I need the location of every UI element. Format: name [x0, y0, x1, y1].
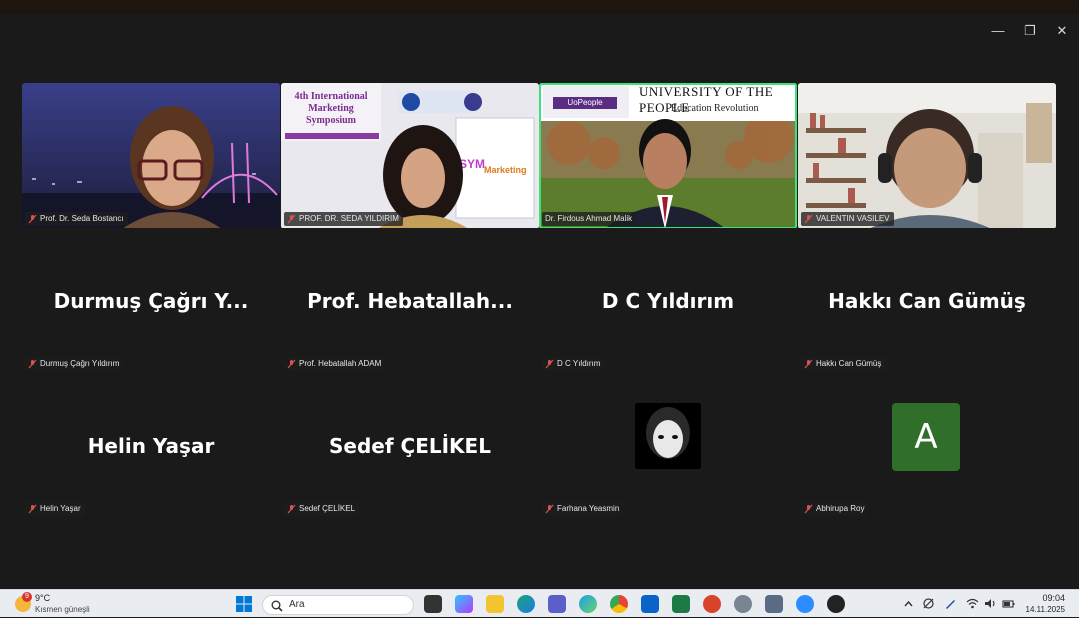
- weather-widget[interactable]: 9 9°C Kısmen güneşli: [10, 590, 100, 618]
- muted-mic-icon: [804, 214, 813, 224]
- participant-tile[interactable]: Helin Yaşar Helin Yaşar: [22, 373, 280, 519]
- participant-name-tag: Prof. Dr. Seda Bostancı: [25, 212, 128, 226]
- edge-icon[interactable]: [517, 595, 535, 613]
- avatar: A: [892, 403, 960, 471]
- close-button[interactable]: ✕: [1047, 22, 1077, 40]
- restore-button[interactable]: ❐: [1015, 22, 1045, 40]
- muted-mic-icon: [28, 359, 37, 369]
- video-tile-seda-bostanci[interactable]: Prof. Dr. Seda Bostancı: [22, 83, 280, 229]
- muted-mic-icon: [28, 504, 37, 514]
- network-off-icon[interactable]: [922, 597, 935, 610]
- clock-time[interactable]: 09:04: [1042, 593, 1065, 603]
- outlook-icon[interactable]: [641, 595, 659, 613]
- participant-name-tag: Durmuş Çağrı Yıldırım: [25, 357, 124, 371]
- slide-title: 4th International Marketing Symposium: [294, 91, 368, 126]
- participant-name-tag: PROF. DR. SEDA YILDIRIM: [284, 212, 403, 226]
- participant-video: [798, 83, 1056, 229]
- participant-display-name: D C Yıldırım: [601, 289, 735, 313]
- participant-display-name: Helin Yaşar: [87, 434, 215, 458]
- search-placeholder: Ara: [289, 599, 305, 610]
- muted-mic-icon: [545, 504, 554, 514]
- meeting-window: — ❐ ✕ Prof. Dr. Seda Bostancı SYM Market…: [0, 14, 1079, 589]
- weather-desc: Kısmen güneşli: [35, 605, 90, 614]
- participant-name-tag: Dr. Firdous Ahmad Malik: [542, 212, 637, 226]
- calculator-icon[interactable]: [765, 595, 783, 613]
- weather-temp: 9°C: [35, 593, 51, 603]
- participant-name-tag: VALENTIN VASILEV: [801, 212, 894, 226]
- chevron-up-icon[interactable]: [902, 597, 915, 610]
- participant-name-tag: D C Yıldırım: [542, 357, 605, 371]
- participant-video: [22, 83, 280, 229]
- media-player-icon[interactable]: [827, 595, 845, 613]
- participant-tile[interactable]: Hakkı Can Gümüş Hakkı Can Gümüş: [798, 228, 1056, 374]
- video-tile-firdous-malik[interactable]: UoPeople UNIVERSITY OF THE PEOPLE Educat…: [539, 83, 797, 229]
- muted-mic-icon: [545, 359, 554, 369]
- participant-display-name: Durmuş Çağrı Y...: [53, 289, 249, 313]
- muted-mic-icon: [287, 504, 296, 514]
- search-box[interactable]: Ara: [262, 595, 414, 615]
- wifi-icon[interactable]: [966, 597, 979, 610]
- settings-gear-icon[interactable]: [734, 595, 752, 613]
- uopeople-logo: UoPeople: [553, 97, 617, 109]
- svg-text:Marketing: Marketing: [484, 165, 527, 175]
- video-tile-valentin-vasilev[interactable]: VALENTIN VASILEV: [798, 83, 1056, 229]
- chrome-icon[interactable]: [610, 595, 628, 613]
- excel-icon[interactable]: [672, 595, 690, 613]
- copilot-icon[interactable]: [455, 595, 473, 613]
- banner-subtitle: Education Revolution: [671, 103, 759, 114]
- participant-name-tag: Abhirupa Roy: [801, 502, 869, 516]
- participant-display-name: Prof. Hebatallah...: [307, 289, 513, 313]
- participant-display-name: Sedef ÇELİKEL: [329, 434, 491, 458]
- weather-badge: 9: [22, 592, 32, 602]
- taskbar: 9 9°C Kısmen güneşli Ara 09:04 14.11.202…: [0, 589, 1079, 617]
- participant-display-name: Hakkı Can Gümüş: [828, 289, 1026, 313]
- teams-icon[interactable]: [548, 595, 566, 613]
- file-explorer-icon[interactable]: [486, 595, 504, 613]
- participant-name-tag: Sedef ÇELİKEL: [284, 502, 360, 516]
- participant-tile[interactable]: A Abhirupa Roy: [798, 373, 1056, 519]
- participant-tile[interactable]: Farhana Yeasmin: [539, 373, 797, 519]
- start-button[interactable]: [235, 595, 253, 613]
- title-strip: [0, 0, 1079, 14]
- muted-mic-icon: [287, 359, 296, 369]
- pen-icon[interactable]: [944, 597, 957, 610]
- muted-mic-icon: [287, 214, 296, 224]
- participant-name-tag: Farhana Yeasmin: [542, 502, 624, 516]
- participant-tile[interactable]: Sedef ÇELİKEL Sedef ÇELİKEL: [281, 373, 539, 519]
- muted-mic-icon: [804, 504, 813, 514]
- participant-tile[interactable]: D C Yıldırım D C Yıldırım: [539, 228, 797, 374]
- participant-tile[interactable]: Durmuş Çağrı Y... Durmuş Çağrı Yıldırım: [22, 228, 280, 374]
- svg-text:SYM: SYM: [459, 157, 485, 171]
- office-icon[interactable]: [703, 595, 721, 613]
- app-icon[interactable]: [579, 595, 597, 613]
- search-icon: [271, 599, 283, 617]
- avatar: [635, 403, 701, 469]
- clock-date[interactable]: 14.11.2025: [1026, 605, 1065, 614]
- task-view-icon[interactable]: [424, 595, 442, 613]
- muted-mic-icon: [28, 214, 37, 224]
- minimize-button[interactable]: —: [983, 22, 1013, 40]
- participant-name-tag: Helin Yaşar: [25, 502, 85, 516]
- battery-icon[interactable]: [1002, 597, 1015, 610]
- zoom-icon[interactable]: [796, 595, 814, 613]
- video-tile-seda-yildirim[interactable]: SYM Marketing 4th International Marketin…: [281, 83, 539, 229]
- participant-tile[interactable]: Prof. Hebatallah... Prof. Hebatallah ADA…: [281, 228, 539, 374]
- volume-icon[interactable]: [984, 597, 997, 610]
- participant-name-tag: Prof. Hebatallah ADAM: [284, 357, 386, 371]
- muted-mic-icon: [804, 359, 813, 369]
- participant-name-tag: Hakkı Can Gümüş: [801, 357, 886, 371]
